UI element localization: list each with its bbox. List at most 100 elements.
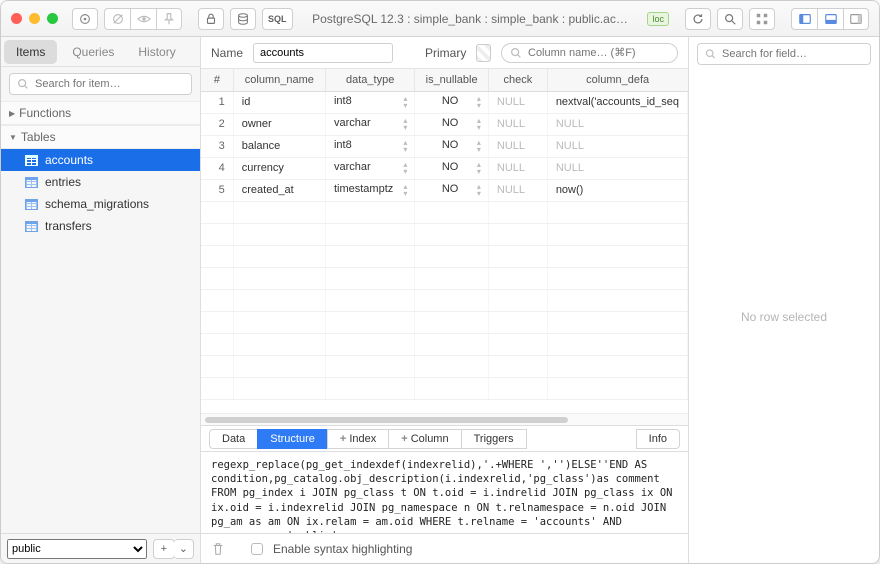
tab-info[interactable]: Info	[636, 429, 680, 449]
tab-data[interactable]: Data	[209, 429, 258, 449]
primary-label: Primary	[425, 46, 466, 60]
cell-nullable[interactable]: NO▴▾	[415, 157, 489, 179]
cell-check[interactable]: NULL	[488, 135, 547, 157]
column-search-input[interactable]	[528, 47, 670, 59]
cell-data-type[interactable]: timestamptz▴▾	[325, 179, 414, 201]
add-button[interactable]: +	[153, 539, 175, 559]
plus-icon: +	[401, 433, 407, 445]
grid-icon[interactable]	[749, 8, 775, 30]
tab-triggers[interactable]: Triggers	[461, 429, 527, 449]
titlebar: SQL PostgreSQL 12.3 : simple_bank : simp…	[1, 1, 879, 37]
database-icon[interactable]	[230, 8, 256, 30]
stepper-icon[interactable]: ▴▾	[403, 183, 406, 197]
cell-data-type[interactable]: varchar▴▾	[325, 113, 414, 135]
tab-structure[interactable]: Structure	[257, 429, 328, 449]
inspector-search-input[interactable]	[722, 48, 864, 60]
col-type[interactable]: data_type	[325, 69, 414, 91]
target-icon[interactable]	[72, 8, 98, 30]
name-label: Name	[211, 46, 243, 60]
search-icon[interactable]	[717, 8, 743, 30]
pin-icon[interactable]	[156, 8, 182, 30]
sql-button[interactable]: SQL	[262, 8, 293, 30]
cell-check[interactable]: NULL	[488, 91, 547, 113]
scrollbar-thumb[interactable]	[205, 417, 568, 423]
cell-data-type[interactable]: int8▴▾	[325, 135, 414, 157]
table-entries[interactable]: entries	[1, 171, 200, 193]
stepper-icon[interactable]: ▴▾	[477, 95, 480, 109]
cell-default[interactable]: NULL	[547, 135, 687, 157]
lock-icon[interactable]	[198, 8, 224, 30]
col-index[interactable]: #	[201, 69, 233, 91]
add-menu-chevron-icon[interactable]: ⌄	[174, 539, 194, 559]
col-check[interactable]: check	[488, 69, 547, 91]
table-transfers[interactable]: transfers	[1, 215, 200, 237]
schema-selector[interactable]: public	[7, 539, 147, 559]
table-name-input[interactable]	[253, 43, 393, 63]
cell-nullable[interactable]: NO▴▾	[415, 179, 489, 201]
col-nullable[interactable]: is_nullable	[415, 69, 489, 91]
sidebar-search[interactable]	[9, 73, 192, 95]
table-row[interactable]: 1idint8▴▾NO▴▾NULLnextval('accounts_id_se…	[201, 91, 688, 113]
chevron-right-icon: ▶	[9, 109, 15, 118]
horizontal-scrollbar[interactable]	[201, 413, 688, 425]
sidebar-search-input[interactable]	[35, 78, 185, 90]
stepper-icon[interactable]: ▴▾	[403, 117, 406, 131]
table-schema-migrations[interactable]: schema_migrations	[1, 193, 200, 215]
sidebar-tab-history[interactable]: History	[126, 37, 187, 66]
cell-check[interactable]: NULL	[488, 113, 547, 135]
col-default[interactable]: column_defa	[547, 69, 687, 91]
inspector-search[interactable]	[697, 43, 871, 65]
cell-column-name[interactable]: created_at	[233, 179, 325, 201]
columns-grid[interactable]: # column_name data_type is_nullable chec…	[201, 69, 688, 413]
group-tables[interactable]: ▼Tables	[1, 125, 200, 149]
table-row[interactable]: 5created_attimestamptz▴▾NO▴▾NULLnow()	[201, 179, 688, 201]
stepper-icon[interactable]: ▴▾	[403, 139, 406, 153]
chevron-down-icon: ▼	[9, 133, 17, 142]
cell-default[interactable]: NULL	[547, 113, 687, 135]
cell-default[interactable]: nextval('accounts_id_seq	[547, 91, 687, 113]
close-window[interactable]	[11, 13, 22, 24]
syntax-highlight-checkbox[interactable]	[251, 543, 263, 555]
stepper-icon[interactable]: ▴▾	[477, 183, 480, 197]
cell-nullable[interactable]: NO▴▾	[415, 113, 489, 135]
tab-index[interactable]: +Index	[327, 429, 389, 449]
table-row[interactable]: 2ownervarchar▴▾NO▴▾NULLNULL	[201, 113, 688, 135]
cell-column-name[interactable]: owner	[233, 113, 325, 135]
stepper-icon[interactable]: ▴▾	[477, 161, 480, 175]
cell-nullable[interactable]: NO▴▾	[415, 135, 489, 157]
cell-data-type[interactable]: int8▴▾	[325, 91, 414, 113]
cell-column-name[interactable]: currency	[233, 157, 325, 179]
primary-key-swatch[interactable]	[476, 44, 491, 62]
cell-nullable[interactable]: NO▴▾	[415, 91, 489, 113]
sidebar-tab-queries[interactable]: Queries	[60, 37, 126, 66]
reload-icon[interactable]	[685, 8, 711, 30]
zoom-window[interactable]	[47, 13, 58, 24]
cell-check[interactable]: NULL	[488, 157, 547, 179]
cell-default[interactable]: NULL	[547, 157, 687, 179]
table-icon	[25, 199, 38, 210]
sidebar-tab-items[interactable]: Items	[4, 40, 57, 64]
trash-icon[interactable]	[211, 542, 225, 556]
stepper-icon[interactable]: ▴▾	[403, 161, 406, 175]
tab-column[interactable]: +Column	[388, 429, 461, 449]
hide-icon[interactable]	[104, 8, 130, 30]
eye-icon[interactable]	[130, 8, 156, 30]
panel-right-icon[interactable]	[843, 8, 869, 30]
cell-data-type[interactable]: varchar▴▾	[325, 157, 414, 179]
col-name[interactable]: column_name	[233, 69, 325, 91]
stepper-icon[interactable]: ▴▾	[403, 95, 406, 109]
panel-bottom-icon[interactable]	[817, 8, 843, 30]
panel-left-icon[interactable]	[791, 8, 817, 30]
minimize-window[interactable]	[29, 13, 40, 24]
cell-column-name[interactable]: id	[233, 91, 325, 113]
table-accounts[interactable]: accounts	[1, 149, 200, 171]
table-row[interactable]: 3balanceint8▴▾NO▴▾NULLNULL	[201, 135, 688, 157]
cell-column-name[interactable]: balance	[233, 135, 325, 157]
stepper-icon[interactable]: ▴▾	[477, 117, 480, 131]
table-row[interactable]: 4currencyvarchar▴▾NO▴▾NULLNULL	[201, 157, 688, 179]
cell-check[interactable]: NULL	[488, 179, 547, 201]
stepper-icon[interactable]: ▴▾	[477, 139, 480, 153]
group-functions[interactable]: ▶Functions	[1, 101, 200, 125]
cell-default[interactable]: now()	[547, 179, 687, 201]
column-search[interactable]	[501, 43, 678, 63]
